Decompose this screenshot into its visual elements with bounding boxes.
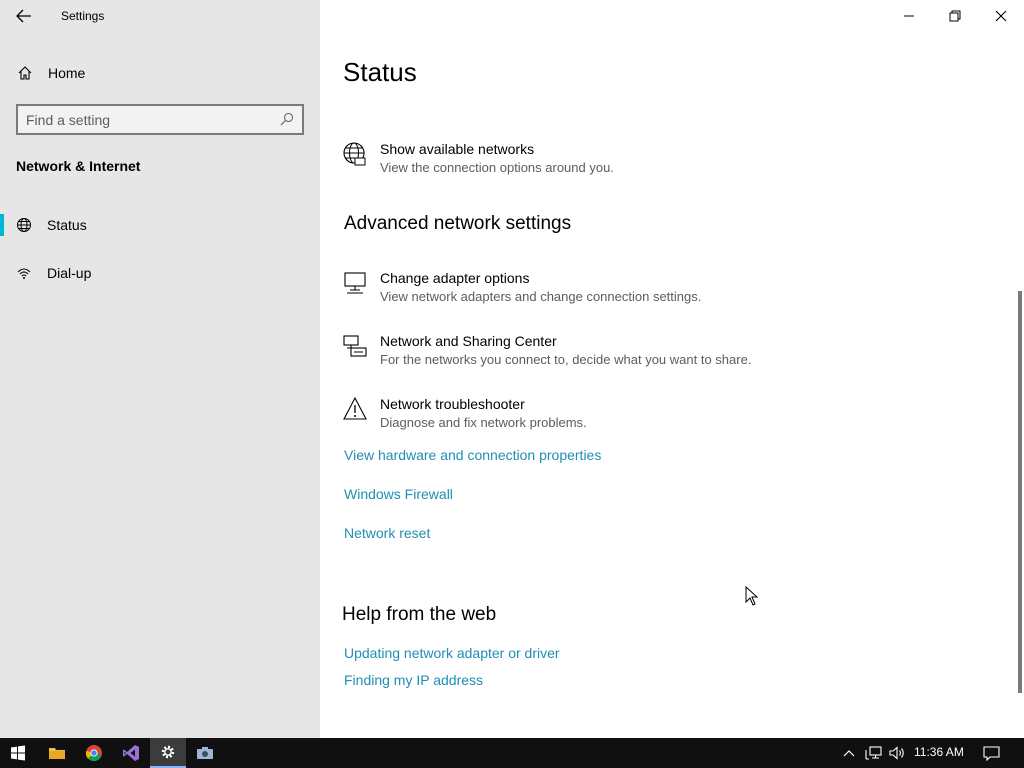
taskbar-settings[interactable]	[150, 738, 186, 768]
update-adapter-link[interactable]: Updating network adapter or driver	[344, 645, 560, 661]
adapter-icon	[344, 272, 366, 294]
action-center-icon[interactable]	[983, 746, 1000, 761]
restore-button[interactable]	[932, 0, 978, 32]
dialup-icon	[17, 268, 31, 279]
sharing-center-row[interactable]: Network and Sharing Center For the netwo…	[342, 333, 982, 377]
start-icon	[11, 745, 25, 761]
globe-icon	[343, 142, 366, 166]
setting-description: View network adapters and change connect…	[380, 289, 702, 304]
find-ip-link[interactable]: Finding my IP address	[344, 672, 483, 688]
restore-icon	[949, 10, 961, 22]
home-label: Home	[48, 65, 86, 81]
change-adapter-row[interactable]: Change adapter options View network adap…	[342, 270, 982, 314]
troubleshooter-row[interactable]: Network troubleshooter Diagnose and fix …	[342, 396, 982, 440]
selected-indicator	[0, 214, 4, 236]
section-title: Network & Internet	[16, 158, 141, 174]
windows-firewall-link[interactable]: Windows Firewall	[344, 486, 453, 502]
sidebar-item-status[interactable]: Status	[0, 208, 320, 242]
search-box[interactable]	[16, 104, 304, 135]
sidebar: Settings Home Network & Internet Status …	[0, 0, 320, 738]
start-button[interactable]	[0, 738, 36, 768]
setting-title: Show available networks	[380, 141, 535, 157]
chevron-up-icon[interactable]	[843, 748, 855, 758]
main-content: Status Show available networks View the …	[320, 0, 1024, 738]
sidebar-item-dialup[interactable]: Dial-up	[0, 256, 320, 290]
sharing-icon	[343, 335, 367, 357]
taskbar-chrome[interactable]	[76, 738, 112, 768]
taskbar-file-explorer[interactable]	[39, 738, 75, 768]
help-heading: Help from the web	[342, 604, 497, 625]
mouse-cursor-icon	[745, 586, 759, 606]
minimize-button[interactable]	[886, 0, 932, 32]
globe-icon	[17, 218, 31, 232]
setting-description: For the networks you connect to, decide …	[380, 352, 752, 367]
setting-title: Network and Sharing Center	[380, 333, 557, 349]
setting-title: Network troubleshooter	[380, 396, 525, 412]
app-title: Settings	[61, 9, 105, 23]
setting-description: View the connection options around you.	[380, 160, 614, 175]
search-icon[interactable]	[280, 112, 294, 126]
sidebar-item-label: Dial-up	[47, 265, 92, 281]
warning-icon	[343, 396, 367, 420]
scrollbar[interactable]	[1018, 291, 1022, 693]
page-title: Status	[343, 57, 417, 87]
search-input[interactable]	[26, 110, 266, 130]
home-icon	[18, 66, 32, 80]
volume-icon[interactable]	[889, 746, 906, 760]
chrome-icon	[85, 745, 102, 762]
minimize-icon	[904, 15, 914, 17]
taskbar-visual-studio[interactable]	[113, 738, 149, 768]
show-networks-row[interactable]: Show available networks View the connect…	[342, 141, 982, 185]
setting-title: Change adapter options	[380, 270, 530, 286]
taskbar: 11:36 AM	[0, 738, 1024, 768]
taskbar-camera[interactable]	[187, 738, 223, 768]
close-button[interactable]	[978, 0, 1024, 32]
close-icon	[995, 10, 1007, 22]
network-reset-link[interactable]: Network reset	[344, 525, 430, 541]
back-arrow-icon	[16, 9, 31, 23]
sidebar-item-home[interactable]: Home	[0, 58, 320, 88]
settings-icon	[161, 745, 175, 759]
camera-icon	[197, 747, 213, 759]
file-explorer-icon	[49, 748, 65, 759]
hardware-properties-link[interactable]: View hardware and connection properties	[344, 447, 601, 463]
advanced-heading: Advanced network settings	[344, 213, 572, 234]
setting-description: Diagnose and fix network problems.	[380, 415, 587, 430]
network-tray-icon[interactable]	[865, 746, 882, 760]
visual-studio-icon	[123, 745, 139, 761]
back-button[interactable]	[10, 5, 38, 27]
sidebar-item-label: Status	[47, 217, 87, 233]
clock-time[interactable]: 11:36 AM	[914, 745, 964, 759]
